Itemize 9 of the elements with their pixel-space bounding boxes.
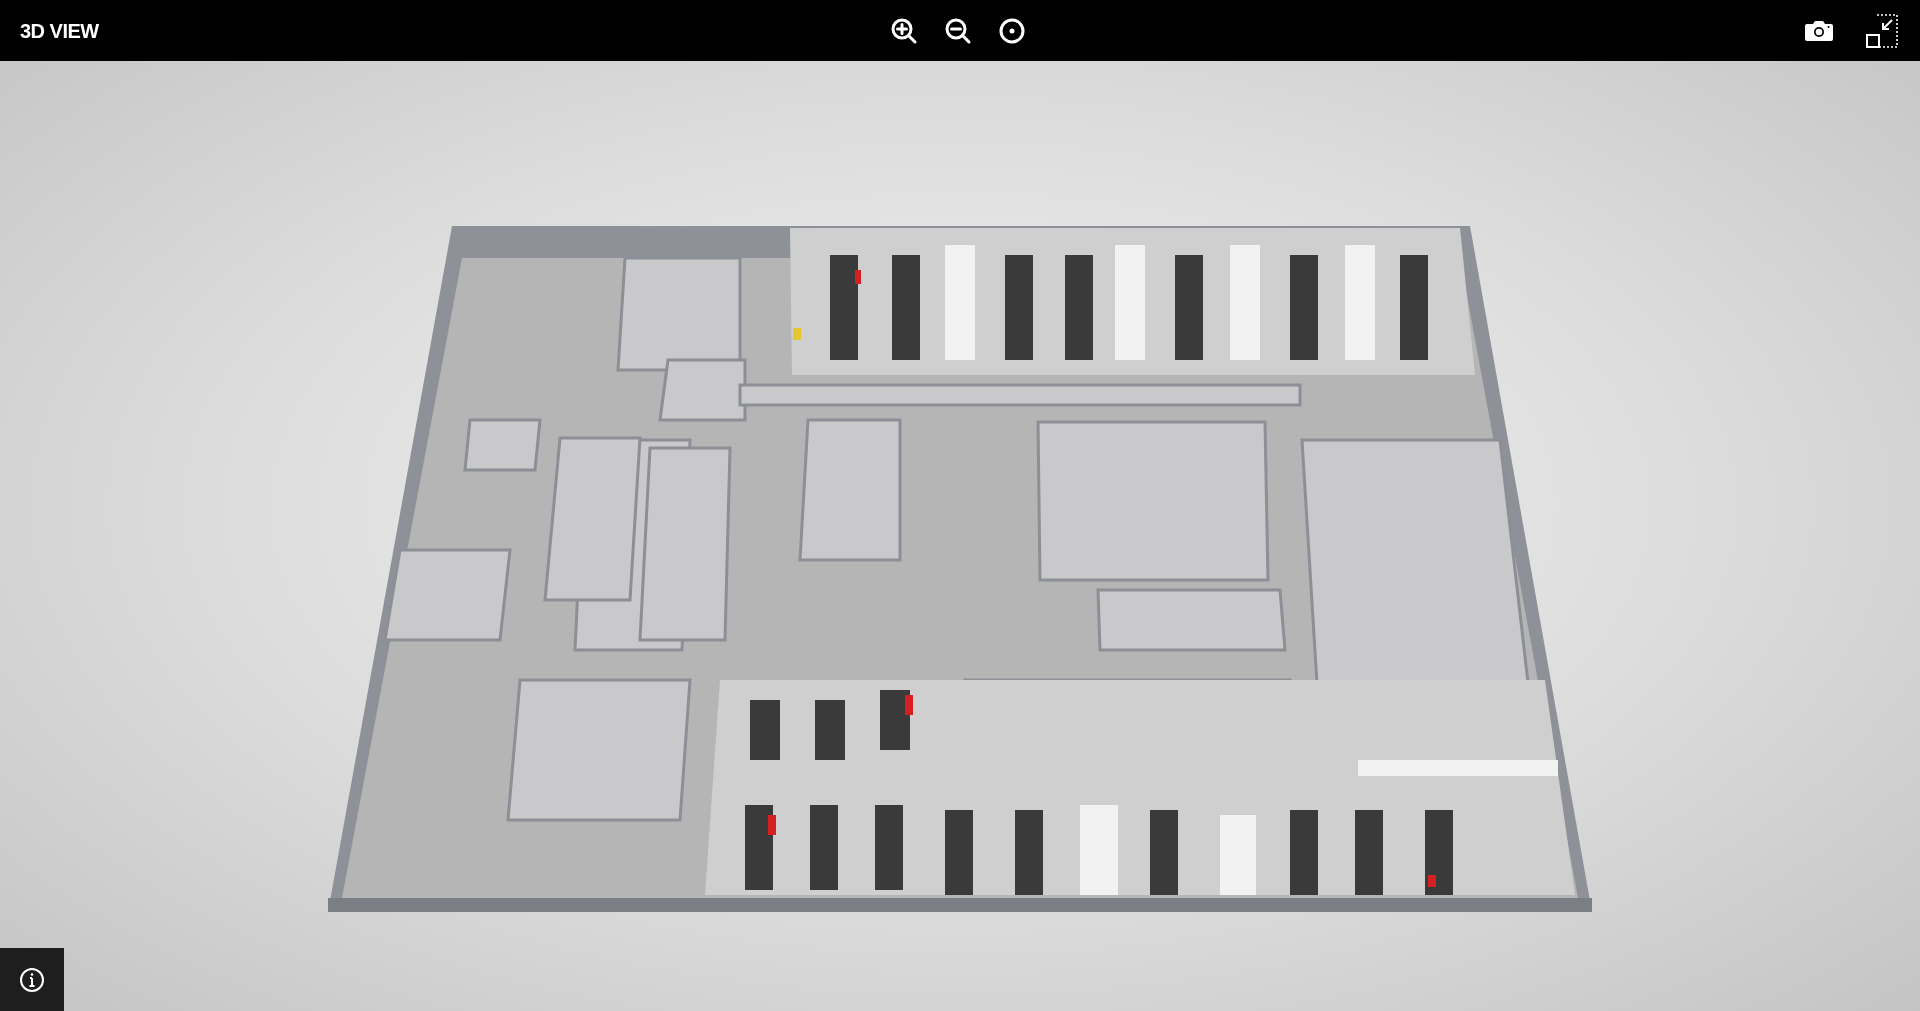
info-button[interactable] <box>0 948 64 1011</box>
collapse-icon <box>1865 12 1899 49</box>
target-icon <box>998 17 1026 45</box>
view-title: 3D VIEW <box>20 18 99 44</box>
zoom-out-icon <box>944 17 972 45</box>
camera-icon <box>1804 18 1834 43</box>
info-icon <box>19 966 45 993</box>
exit-fullscreen-button[interactable] <box>1864 11 1900 50</box>
zoom-in-icon <box>890 17 918 45</box>
